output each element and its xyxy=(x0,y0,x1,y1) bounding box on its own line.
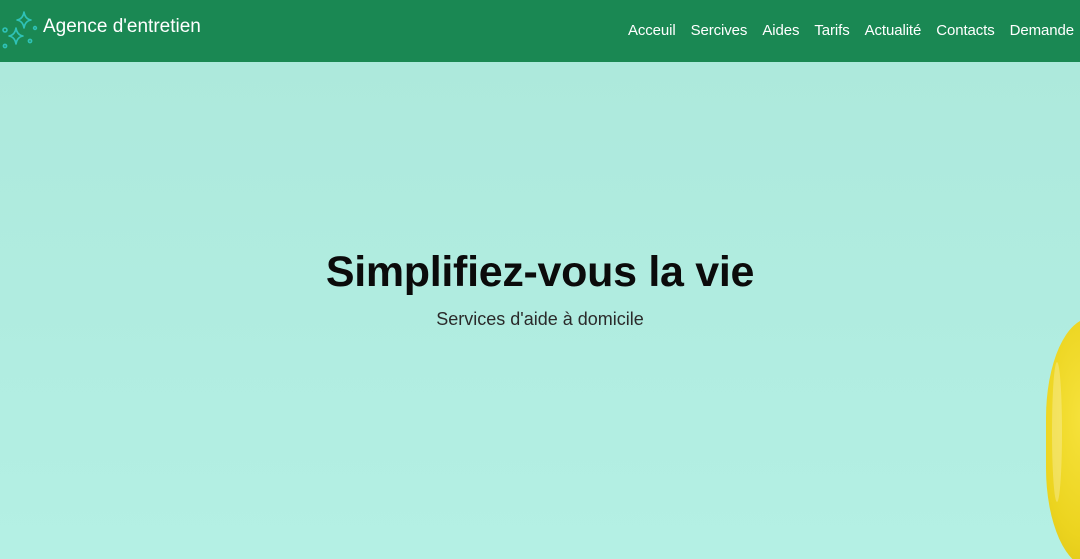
sparkle-stars-icon xyxy=(2,11,38,49)
hero-decorative-highlight xyxy=(1052,362,1062,502)
navbar: Agence d'entretien Acceuil Sercives Aide… xyxy=(0,0,1080,62)
page: Agence d'entretien Acceuil Sercives Aide… xyxy=(0,0,1080,559)
hero-banner: Simplifiez-vous la vie Services d'aide à… xyxy=(0,62,1080,559)
nav-link-actualite[interactable]: Actualité xyxy=(865,22,922,39)
nav-link-acceuil[interactable]: Acceuil xyxy=(628,22,676,39)
nav-link-services[interactable]: Sercives xyxy=(691,22,748,39)
brand-name: Agence d'entretien xyxy=(43,16,201,37)
hero-title: Simplifiez-vous la vie xyxy=(325,248,755,296)
main-nav: Acceuil Sercives Aides Tarifs Actualité … xyxy=(613,0,1074,62)
nav-link-aides[interactable]: Aides xyxy=(762,22,799,39)
nav-link-contacts[interactable]: Contacts xyxy=(936,22,995,39)
hero-subtitle: Services d'aide à domicile xyxy=(436,309,644,329)
nav-link-tarifs[interactable]: Tarifs xyxy=(814,22,849,39)
nav-link-demande[interactable]: Demande xyxy=(1010,22,1074,39)
brand-logo-link[interactable]: Agence d'entretien xyxy=(0,8,201,50)
